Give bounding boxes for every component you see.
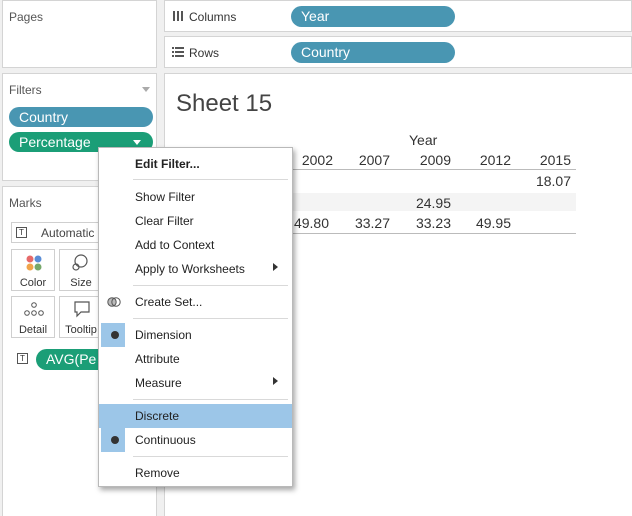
- color-icon: [26, 255, 42, 271]
- size-button-label: Size: [70, 277, 92, 289]
- tooltip-icon: [74, 301, 90, 318]
- menu-item-label: Add to Context: [135, 238, 215, 252]
- submenu-arrow-icon: [273, 263, 278, 271]
- column-header-year: Year: [409, 132, 438, 148]
- marks-field-pill-label: AVG(Pe: [46, 351, 97, 367]
- menu-item-label: Edit Filter...: [135, 157, 200, 171]
- menu-item-measure[interactable]: Measure: [99, 371, 292, 395]
- table-cell: 24.95: [415, 195, 451, 211]
- menu-item-apply-to-worksheets[interactable]: Apply to Worksheets: [99, 257, 292, 281]
- menu-item-remove[interactable]: Remove: [99, 461, 292, 485]
- detail-button[interactable]: Detail: [11, 296, 55, 338]
- year-header: 2002: [301, 152, 333, 168]
- columns-shelf: Columns Year: [164, 0, 632, 32]
- rows-pill-country-label: Country: [301, 44, 351, 60]
- year-header: 2015: [539, 152, 571, 168]
- rows-pill-country[interactable]: Country: [291, 42, 455, 63]
- columns-label: Columns: [189, 10, 237, 24]
- menu-item-add-to-context[interactable]: Add to Context: [99, 233, 292, 257]
- menu-item-label: Apply to Worksheets: [135, 262, 245, 276]
- text-field-icon: T: [17, 353, 28, 364]
- create-set-icon: [107, 297, 121, 307]
- menu-separator: [133, 318, 288, 319]
- year-header: 2012: [479, 152, 511, 168]
- menu-item-label: Dimension: [135, 328, 192, 342]
- sheet-title: Sheet 15: [176, 90, 273, 117]
- menu-item-continuous[interactable]: Continuous: [99, 428, 292, 452]
- columns-pill-year-label: Year: [301, 8, 330, 24]
- pill-context-menu: Edit Filter... Show Filter Clear Filter …: [98, 147, 293, 487]
- menu-item-label: Clear Filter: [135, 214, 194, 228]
- color-button[interactable]: Color: [11, 249, 55, 291]
- menu-item-label: Continuous: [135, 433, 196, 447]
- table-cell: 33.23: [415, 215, 451, 231]
- tooltip-button[interactable]: Tooltip: [59, 296, 103, 338]
- menu-item-label: Measure: [135, 376, 182, 390]
- year-header: 2007: [358, 152, 390, 168]
- rows-icon: [172, 47, 184, 57]
- marks-title: Marks: [9, 196, 42, 210]
- rows-label: Rows: [189, 46, 220, 60]
- radio-selected-bg: [101, 323, 125, 347]
- submenu-arrow-icon: [273, 377, 278, 385]
- menu-item-show-filter[interactable]: Show Filter: [99, 185, 292, 209]
- radio-dot-icon: [111, 331, 119, 339]
- filters-menu-arrow-icon[interactable]: [142, 87, 150, 92]
- menu-item-clear-filter[interactable]: Clear Filter: [99, 209, 292, 233]
- mark-type-label: Automatic: [41, 226, 95, 240]
- menu-separator: [133, 285, 288, 286]
- detail-icon: [24, 302, 44, 316]
- columns-pill-year[interactable]: Year: [291, 6, 455, 27]
- table-cell: 49.95: [475, 215, 511, 231]
- menu-item-discrete[interactable]: Discrete: [99, 404, 292, 428]
- menu-separator: [133, 399, 288, 400]
- menu-item-label: Attribute: [135, 352, 180, 366]
- table-cell: 33.27: [354, 215, 390, 231]
- filter-pill-country[interactable]: Country: [9, 107, 153, 127]
- menu-item-label: Create Set...: [135, 295, 203, 309]
- columns-icon: [173, 11, 183, 21]
- menu-item-label: Discrete: [135, 409, 180, 423]
- menu-item-label: Show Filter: [135, 190, 196, 204]
- menu-separator: [133, 456, 288, 457]
- menu-separator: [133, 179, 288, 180]
- text-mark-icon: T: [16, 227, 27, 238]
- size-icon: [72, 254, 88, 271]
- tooltip-button-label: Tooltip: [65, 324, 97, 336]
- radio-dot-icon: [111, 436, 119, 444]
- table-bottom-divider: [293, 233, 576, 234]
- menu-item-edit-filter[interactable]: Edit Filter...: [99, 152, 292, 176]
- size-button[interactable]: Size: [59, 249, 103, 291]
- menu-item-attribute[interactable]: Attribute: [99, 347, 292, 371]
- rows-shelf: Rows Country: [164, 36, 632, 68]
- pill-dropdown-icon[interactable]: [133, 140, 141, 145]
- color-button-label: Color: [19, 277, 47, 289]
- pages-title: Pages: [9, 10, 44, 24]
- filters-title: Filters: [9, 83, 42, 97]
- pages-card: Pages: [2, 0, 157, 68]
- menu-item-dimension[interactable]: Dimension: [99, 323, 292, 347]
- filter-pill-percentage-label: Percentage: [19, 134, 91, 150]
- radio-selected-bg: [101, 428, 125, 452]
- year-header: 2009: [419, 152, 451, 168]
- filter-pill-country-label: Country: [19, 109, 69, 125]
- menu-item-create-set[interactable]: Create Set...: [99, 290, 292, 314]
- detail-button-label: Detail: [18, 324, 48, 336]
- table-cell: 18.07: [535, 173, 571, 189]
- menu-item-label: Remove: [135, 466, 180, 480]
- header-divider: [293, 169, 576, 170]
